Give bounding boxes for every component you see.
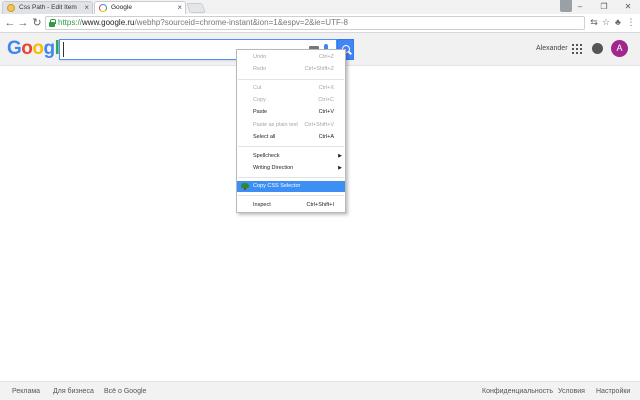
menu-separator bbox=[238, 146, 344, 147]
restore-button[interactable]: ❐ bbox=[592, 0, 616, 14]
menu-item-cut[interactable]: Cut Ctrl+X bbox=[237, 83, 345, 94]
footer-link-terms[interactable]: Условия bbox=[558, 388, 585, 395]
menu-item-paste-plain[interactable]: Paste as plain text Ctrl+Shift+V bbox=[237, 120, 345, 131]
new-tab-button[interactable] bbox=[186, 3, 206, 13]
submenu-arrow-icon: ▶ bbox=[338, 165, 342, 171]
url-path: /webhp?sourceid=chrome-instant&ion=1&esp… bbox=[134, 18, 348, 27]
tab-close-icon[interactable]: × bbox=[84, 2, 89, 14]
tab-close-icon[interactable]: × bbox=[177, 2, 182, 14]
tab-google[interactable]: Google × bbox=[94, 1, 186, 14]
footer-link-settings[interactable]: Настройки bbox=[596, 388, 630, 395]
footer-link-privacy[interactable]: Конфиденциальность bbox=[482, 388, 553, 395]
google-footer: Реклама Для бизнеса Всё о Google Конфиде… bbox=[0, 381, 640, 400]
page-favicon-icon bbox=[7, 4, 15, 12]
bookmark-star-icon[interactable]: ☆ bbox=[601, 17, 611, 28]
menu-item-redo[interactable]: Redo Ctrl+Shift+Z bbox=[237, 64, 345, 75]
lock-icon[interactable] bbox=[49, 19, 56, 27]
tab-strip: Css Path - Edit Item × Google × – ❐ ✕ bbox=[0, 0, 640, 14]
forward-button[interactable]: → bbox=[16, 16, 30, 30]
reload-button[interactable]: ↻ bbox=[30, 16, 44, 30]
menu-separator bbox=[238, 195, 344, 196]
menu-item-inspect[interactable]: Inspect Ctrl+Shift+I bbox=[237, 200, 345, 211]
menu-item-paste[interactable]: Paste Ctrl+V bbox=[237, 107, 345, 118]
apps-grid-icon[interactable] bbox=[572, 44, 582, 54]
avatar[interactable]: A bbox=[611, 40, 628, 57]
chrome-menu-icon[interactable]: ⋮ bbox=[626, 17, 636, 28]
tab-css-path[interactable]: Css Path - Edit Item × bbox=[2, 1, 93, 14]
extension-icon[interactable]: ♣ bbox=[613, 17, 623, 28]
menu-item-copy-css-selector[interactable]: Copy CSS Selector bbox=[237, 181, 345, 192]
translate-icon[interactable]: ⇆ bbox=[589, 17, 599, 28]
menu-item-select-all[interactable]: Select all Ctrl+A bbox=[237, 132, 345, 143]
footer-link-about[interactable]: Всё о Google bbox=[104, 388, 146, 395]
submenu-arrow-icon: ▶ bbox=[338, 153, 342, 159]
tab-title: Css Path - Edit Item bbox=[19, 4, 77, 11]
minimize-button[interactable]: – bbox=[568, 0, 592, 14]
context-menu: Undo Ctrl+Z Redo Ctrl+Shift+Z Cut Ctrl+X Co… bbox=[236, 49, 346, 213]
tab-title: Google bbox=[111, 4, 132, 11]
user-name[interactable]: Alexander bbox=[536, 45, 568, 52]
google-favicon-icon bbox=[99, 4, 107, 12]
menu-item-spellcheck[interactable]: Spellcheck ▶ bbox=[237, 151, 345, 162]
notifications-icon[interactable] bbox=[592, 43, 603, 54]
url-scheme: https:// bbox=[58, 18, 83, 27]
browser-toolbar: ← → ↻ https://www.google.ru/webhp?source… bbox=[0, 14, 640, 33]
footer-link-business[interactable]: Для бизнеса bbox=[53, 388, 94, 395]
menu-item-writing-direction[interactable]: Writing Direction ▶ bbox=[237, 163, 345, 174]
footer-link-ads[interactable]: Реклама bbox=[12, 388, 40, 395]
url-host: www.google.ru bbox=[82, 18, 135, 27]
tree-icon bbox=[241, 183, 249, 190]
menu-separator bbox=[238, 177, 344, 178]
address-bar[interactable]: https://www.google.ru/webhp?sourceid=chr… bbox=[45, 16, 585, 30]
menu-item-undo[interactable]: Undo Ctrl+Z bbox=[237, 52, 345, 63]
back-button[interactable]: ← bbox=[3, 16, 17, 30]
menu-item-copy[interactable]: Copy Ctrl+C bbox=[237, 95, 345, 106]
window-controls: – ❐ ✕ bbox=[568, 0, 640, 14]
search-input[interactable] bbox=[63, 42, 243, 57]
close-window-button[interactable]: ✕ bbox=[616, 0, 640, 14]
menu-separator bbox=[238, 79, 344, 80]
